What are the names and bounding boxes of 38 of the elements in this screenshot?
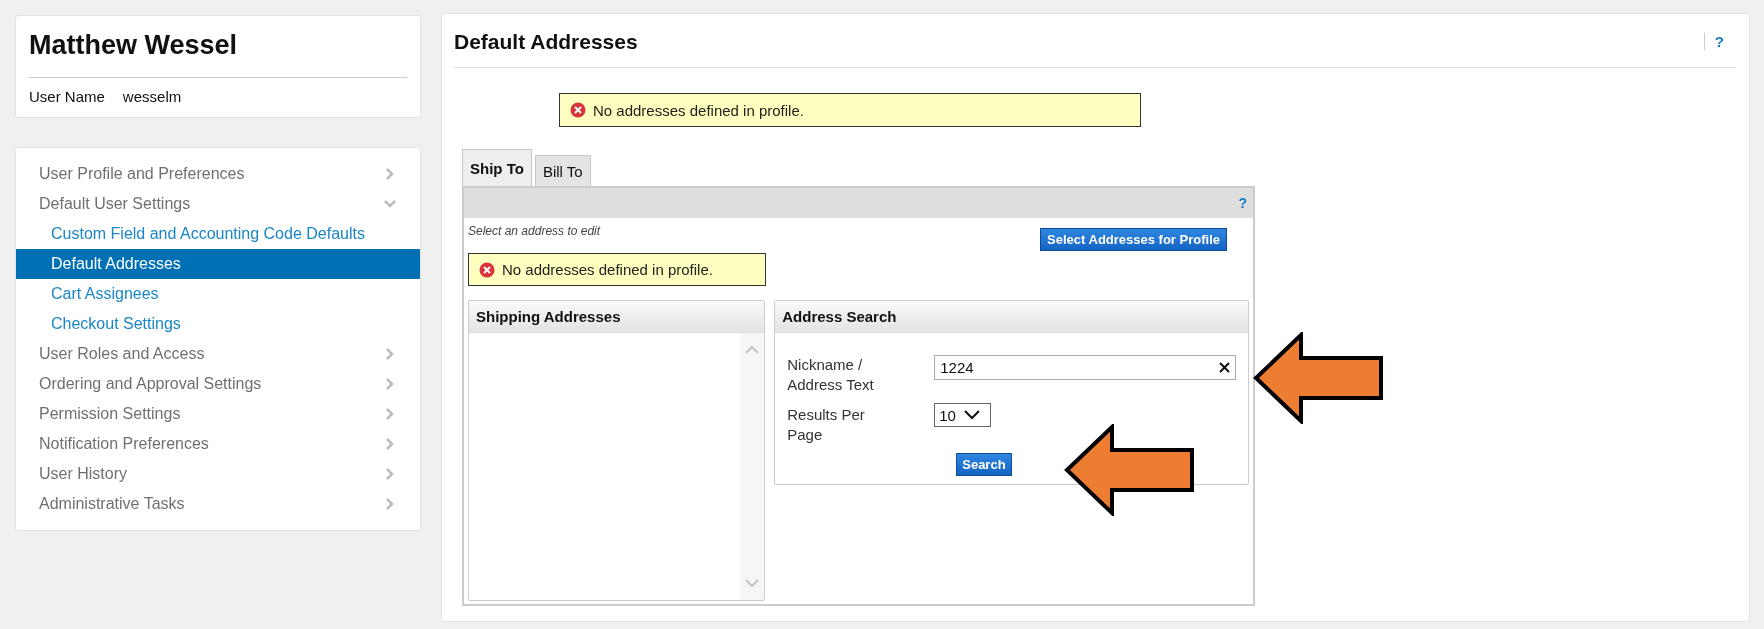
message-text: No addresses defined in profile. (502, 261, 713, 278)
search-button[interactable]: Search (956, 453, 1012, 476)
menu-section[interactable]: User History (16, 459, 420, 489)
menu-item[interactable]: Cart Assignees (16, 279, 420, 309)
tab[interactable]: Ship To (462, 149, 532, 186)
caret-icon (963, 410, 980, 420)
chevron-down-icon[interactable] (745, 578, 760, 588)
menu-section[interactable]: Notification Preferences (16, 429, 420, 459)
field-label: Results Per Page (787, 405, 866, 445)
menu-section[interactable]: Default User Settings (16, 189, 420, 219)
help-link[interactable]: ? (1238, 195, 1247, 211)
hint-text: Select an address to edit (468, 223, 601, 238)
field-label: Nickname / Address Text (787, 355, 875, 395)
menu-section[interactable]: Administrative Tasks (16, 489, 420, 519)
box-title: Address Search (775, 301, 1248, 333)
menu-section[interactable]: Permission Settings (16, 399, 420, 429)
error-icon (570, 102, 586, 118)
box-title: Shipping Addresses (469, 301, 765, 333)
menu-section[interactable]: User Profile and Preferences (16, 159, 420, 189)
help-link[interactable]: ? (1703, 33, 1724, 50)
error-icon (479, 261, 495, 278)
menu-item[interactable]: Checkout Settings (16, 309, 420, 339)
clear-icon[interactable] (1219, 362, 1230, 373)
tab[interactable]: Bill To (534, 155, 591, 186)
menu-item[interactable]: Default Addresses (16, 249, 420, 279)
user-name-label: User Name (29, 88, 105, 105)
dropdown[interactable]: 10 (934, 403, 992, 427)
scrollbar[interactable] (740, 333, 765, 600)
menu-item[interactable]: Custom Field and Accounting Code Defaults (16, 219, 420, 249)
message-text: No addresses defined in profile. (593, 101, 804, 119)
user-full-name: Matthew Wessel (29, 30, 407, 78)
chevron-up-icon[interactable] (745, 345, 760, 355)
input-field[interactable]: 1224 (934, 355, 1236, 380)
page-title: Default Addresses (454, 29, 638, 54)
menu-section[interactable]: User Roles and Access (16, 339, 420, 369)
user-name-value: wesselm (122, 88, 182, 105)
select-addresses-button[interactable]: Select Addresses for Profile (1040, 228, 1227, 251)
menu-section[interactable]: Ordering and Approval Settings (16, 369, 420, 399)
